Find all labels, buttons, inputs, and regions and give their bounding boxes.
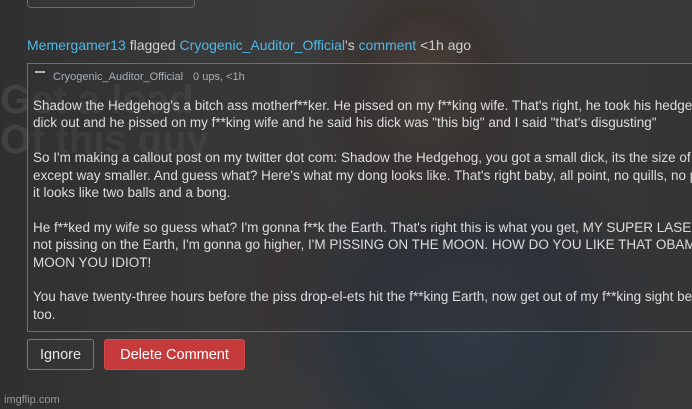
comment-link[interactable]: comment xyxy=(359,37,417,53)
comment-paragraph: You have twenty-three hours before the p… xyxy=(33,288,692,323)
previous-action-button[interactable] xyxy=(27,0,195,8)
comment-line: too. xyxy=(33,306,56,322)
imgflip-watermark: imgflip.com xyxy=(4,394,60,406)
comment-line: Shadow the Hedgehog's a bitch ass mother… xyxy=(33,98,692,113)
flag-time: <1h ago xyxy=(420,37,472,53)
flag-verb: flagged xyxy=(129,37,176,53)
comment-line: MOON YOU IDIOT! xyxy=(33,254,152,270)
user-icon xyxy=(35,71,45,79)
comment-line: except way smaller. And guess what? Here… xyxy=(33,167,692,183)
comment-paragraph: Shadow the Hedgehog's a bitch ass mother… xyxy=(33,97,692,132)
comment-line: So I'm making a callout post on my twitt… xyxy=(33,150,692,166)
flagger-username-link[interactable]: Memergamer13 xyxy=(27,37,126,53)
comment-paragraph: So I'm making a callout post on my twitt… xyxy=(33,149,692,201)
comment-ups: 0 ups, <1h xyxy=(193,71,245,83)
ignore-button[interactable]: Ignore xyxy=(27,339,94,370)
possessive: 's xyxy=(345,37,355,53)
delete-comment-button[interactable]: Delete Comment xyxy=(104,339,245,370)
comment-author[interactable]: Cryogenic_Auditor_Official xyxy=(53,71,183,83)
comment-paragraph: He f**ked my wife so guess what? I'm gon… xyxy=(33,219,692,271)
comment-meta: Cryogenic_Auditor_Official 0 ups, <1h xyxy=(35,71,245,83)
comment-line: He f**ked my wife so guess what? I'm gon… xyxy=(33,219,692,235)
comment-line: it looks like two balls and a bong. xyxy=(33,185,231,201)
comment-body: Shadow the Hedgehog's a bitch ass mother… xyxy=(33,97,692,331)
comment-line: not pissing on the Earth, I'm gonna go h… xyxy=(33,237,692,253)
target-username-link[interactable]: Cryogenic_Auditor_Official xyxy=(180,37,346,53)
flag-notice: Memergamer13 flagged Cryogenic_Auditor_O… xyxy=(27,37,471,53)
flagged-comment-card: Cryogenic_Auditor_Official 0 ups, <1h Sha… xyxy=(27,63,692,332)
comment-line: dick out and he pissed on my f**king wif… xyxy=(33,115,657,131)
comment-line: You have twenty-three hours before the p… xyxy=(33,289,692,305)
